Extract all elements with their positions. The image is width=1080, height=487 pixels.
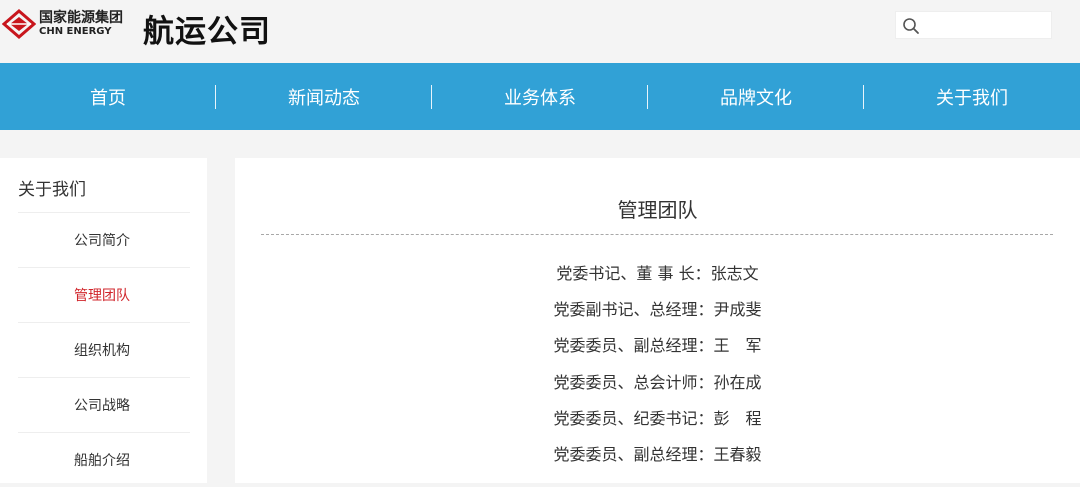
search-input[interactable]: [926, 15, 1050, 37]
member-item: 党委委员、副总经理：王 军: [553, 336, 762, 356]
nav-item-about-us[interactable]: 关于我们: [864, 63, 1080, 130]
nav-item-news[interactable]: 新闻动态: [216, 63, 432, 130]
logo-english-text: CHN ENERGY: [39, 26, 112, 37]
sidebar: 关于我们 公司简介 管理团队 组织机构 公司战略 船舶介绍: [0, 158, 207, 483]
member-item: 党委书记、董 事 长：张志文: [556, 264, 759, 283]
main-content: 管理团队 党委书记、董 事 长：张志文 党委副书记、总经理：尹成斐 党委委员、副…: [235, 158, 1080, 483]
sidebar-item-vessels[interactable]: 船舶介绍: [18, 432, 190, 487]
nav-item-brand-culture[interactable]: 品牌文化: [648, 63, 864, 130]
search-box[interactable]: [895, 11, 1052, 39]
sidebar-menu: 公司简介 管理团队 组织机构 公司战略 船舶介绍: [18, 212, 190, 487]
member-item: 党委委员、副总经理：王春毅: [553, 444, 762, 464]
sidebar-item-strategy[interactable]: 公司战略: [18, 377, 190, 432]
search-icon[interactable]: [902, 17, 920, 35]
sidebar-item-management-team[interactable]: 管理团队: [18, 267, 190, 322]
member-item: 党委委员、纪委书记：彭 程: [553, 408, 762, 428]
member-item: 党委副书记、总经理：尹成斐: [553, 300, 762, 320]
sidebar-item-organization[interactable]: 组织机构: [18, 322, 190, 377]
site-brand-title: 航运公司: [143, 14, 271, 50]
chn-energy-logo-icon: [2, 9, 36, 39]
member-item: 党委委员、总会计师：孙在成: [553, 372, 762, 392]
main-nav: 首页 新闻动态 业务体系 品牌文化 关于我们: [0, 63, 1080, 130]
sidebar-item-company-profile[interactable]: 公司简介: [18, 212, 190, 267]
title-divider: [261, 234, 1053, 235]
logo-chinese-text: 国家能源集团: [39, 10, 123, 26]
nav-item-business[interactable]: 业务体系: [432, 63, 648, 130]
page-title: 管理团队: [617, 198, 698, 222]
sidebar-title: 关于我们: [18, 180, 86, 200]
site-header: 国家能源集团 CHN ENERGY 航运公司: [0, 0, 1080, 63]
member-list: 党委书记、董 事 长：张志文 党委副书记、总经理：尹成斐 党委委员、副总经理：王…: [235, 256, 1080, 473]
nav-item-home[interactable]: 首页: [0, 63, 216, 130]
chn-energy-logo[interactable]: 国家能源集团 CHN ENERGY: [2, 9, 123, 39]
